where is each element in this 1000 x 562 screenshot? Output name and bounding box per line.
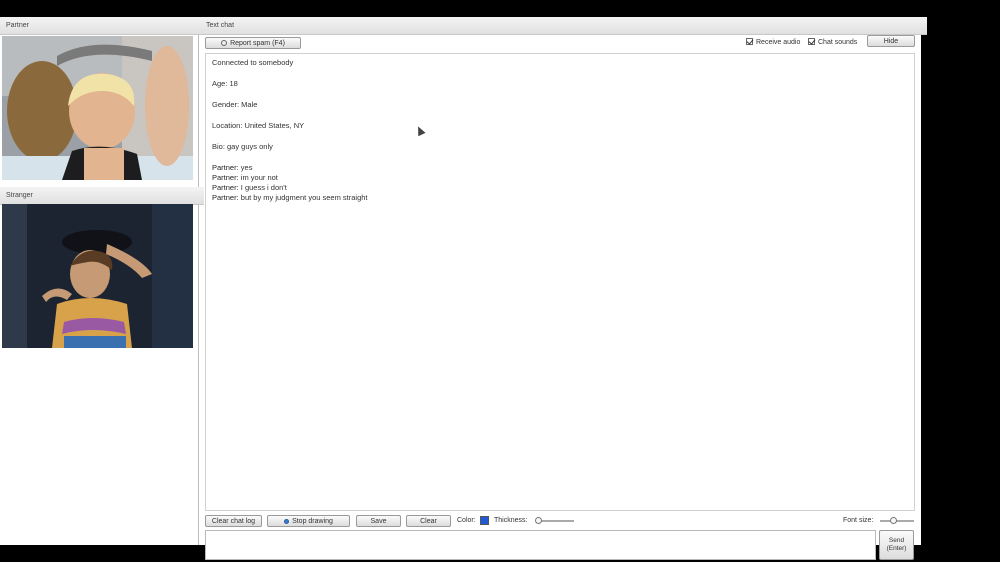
- report-icon: [221, 40, 228, 46]
- drawing-icon: [284, 519, 290, 524]
- chat-sounds-label: Chat sounds: [818, 39, 858, 46]
- color-swatch[interactable]: [480, 516, 489, 525]
- message-text: yes: [240, 163, 253, 172]
- message-text: im your not: [240, 173, 278, 182]
- hide-button[interactable]: Hide: [867, 35, 915, 47]
- stop-drawing-button[interactable]: Stop drawing: [267, 515, 350, 527]
- chat-info-line: Connected to somebody: [212, 58, 294, 67]
- message-text: I guess i don't: [240, 183, 287, 192]
- chat-column: Text chat Report spam (F4) Receive audio…: [200, 17, 927, 560]
- checkbox-checked-icon: [746, 38, 753, 45]
- receive-audio-label: Receive audio: [756, 39, 801, 46]
- send-button[interactable]: Send (Enter): [879, 530, 914, 560]
- message-sender: Partner:: [212, 173, 239, 182]
- partner-panel-title: Partner: [0, 17, 204, 35]
- font-size-slider[interactable]: [880, 517, 914, 524]
- message-input-row: Send (Enter): [200, 529, 921, 560]
- send-shortcut-label: (Enter): [886, 545, 907, 552]
- clear-drawing-button[interactable]: Clear: [406, 515, 451, 527]
- slider-knob[interactable]: [535, 517, 542, 524]
- chat-panel-title: Text chat: [200, 17, 927, 35]
- slider-knob[interactable]: [890, 517, 897, 524]
- message-input[interactable]: [205, 530, 876, 560]
- app-window: Partner Stranger Text chat Report spam (…: [0, 17, 927, 560]
- chat-log[interactable]: Connected to somebody Age: 18 Gender: Ma…: [205, 53, 915, 511]
- chat-info-line: Bio: gay guys only: [212, 142, 273, 151]
- send-label: Send: [888, 537, 905, 544]
- message-sender: Partner:: [212, 183, 239, 192]
- you-panel-title: Stranger: [0, 187, 204, 205]
- color-label: Color:: [457, 517, 476, 524]
- chat-message: Partner: yes: [212, 163, 908, 173]
- chat-info-line: Location: United States, NY: [212, 121, 305, 130]
- checkbox-checked-icon: [808, 38, 815, 45]
- message-sender: Partner:: [212, 193, 239, 202]
- self-video: [2, 204, 193, 348]
- message-text: but by my judgment you seem straight: [240, 193, 368, 202]
- save-drawing-button[interactable]: Save: [356, 515, 401, 527]
- partner-video: [2, 36, 193, 180]
- report-spam-button[interactable]: Report spam (F4): [205, 37, 301, 49]
- report-spam-label: Report spam (F4): [230, 40, 285, 47]
- font-size-label: Font size:: [843, 517, 874, 524]
- stop-drawing-label: Stop drawing: [292, 518, 333, 525]
- message-sender: Partner:: [212, 163, 239, 172]
- chat-message: Partner: but by my judgment you seem str…: [212, 193, 908, 203]
- chat-message: Partner: I guess i don't: [212, 183, 908, 193]
- chat-toolbar-top: Report spam (F4) Receive audio Chat soun…: [200, 35, 921, 51]
- receive-audio-checkbox[interactable]: Receive audio: [746, 37, 800, 49]
- chat-message: Partner: im your not: [212, 173, 908, 183]
- thickness-label: Thickness:: [494, 517, 528, 524]
- self-video-frame: [2, 204, 193, 348]
- chat-info-line: Gender: Male: [212, 100, 258, 109]
- thickness-slider[interactable]: [535, 517, 574, 524]
- chat-toolbar-bottom: Clear chat log Stop drawing Save Clear C…: [200, 514, 921, 528]
- chat-sounds-checkbox[interactable]: Chat sounds: [808, 37, 857, 49]
- video-column: Partner Stranger: [0, 17, 204, 545]
- partner-video-frame: [2, 36, 193, 180]
- chat-info-line: Age: 18: [212, 79, 238, 88]
- clear-chat-log-button[interactable]: Clear chat log: [205, 515, 262, 527]
